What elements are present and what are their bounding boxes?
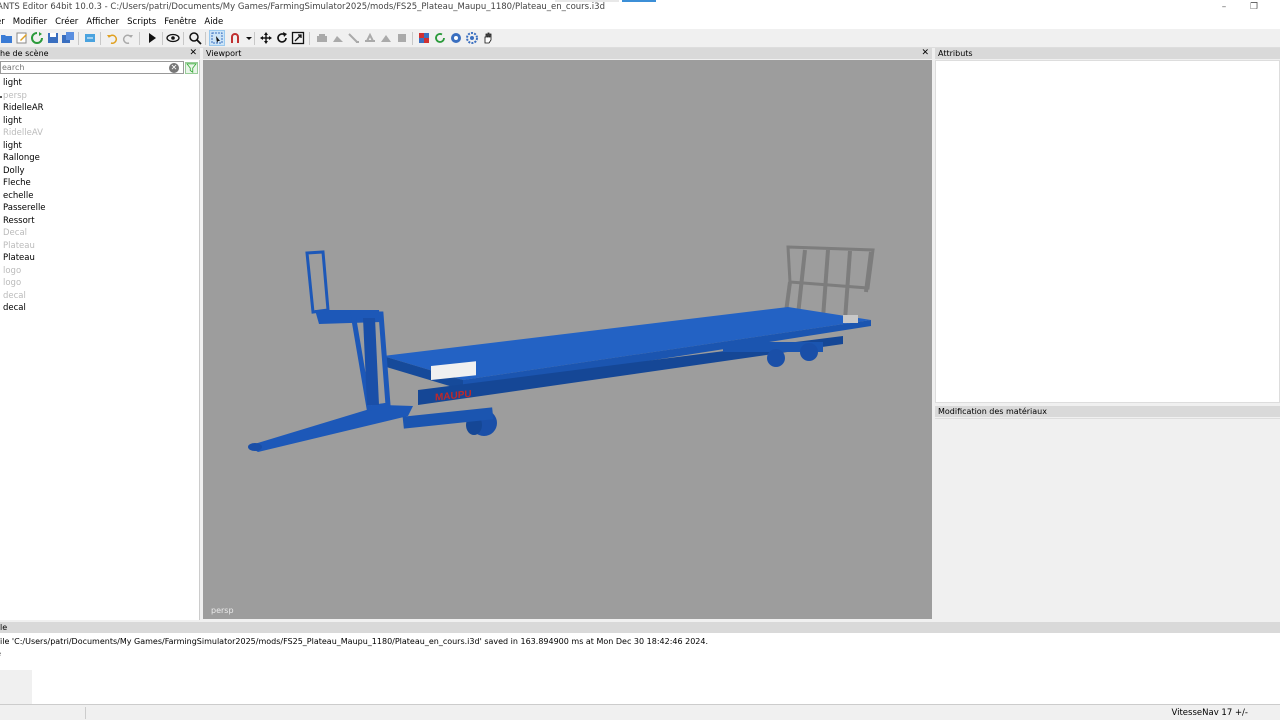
tool-icon[interactable] [379,31,393,45]
scene-search-box: ✕ [0,61,184,74]
attributes-header: Attributs [935,48,1280,59]
save-icon[interactable] [46,31,60,45]
toolbar [0,29,1280,48]
taskbar-mark-active [622,0,656,2]
scene-node[interactable]: RidelleAV [3,127,46,140]
console-output: File 'C:/Users/patri/Documents/My Games/… [0,633,1280,670]
scene-panel-header: he de scène ✕ [0,48,200,59]
menu-afficher[interactable]: Afficher [82,16,123,29]
materials-panel [935,418,1280,619]
color-icon[interactable] [417,31,431,45]
scale-icon[interactable] [291,31,305,45]
tool-icon[interactable] [347,31,361,45]
tool-icon[interactable] [395,31,409,45]
viewport-title: Viewport [206,49,242,58]
scene-search-input[interactable] [1,62,161,73]
search-icon[interactable] [188,31,202,45]
menu-fenetre[interactable]: Fenêtre [160,16,200,29]
script-prompt: . [0,673,1,682]
select-icon[interactable] [209,30,225,46]
scene-node[interactable]: logo [3,277,46,290]
scene-node[interactable]: echelle [3,190,46,203]
scene-panel-title: he de scène [0,49,49,58]
rotate-icon[interactable] [275,31,289,45]
menu-aide[interactable]: Aide [200,16,227,29]
console-header: le [0,622,1280,633]
menu-scripts[interactable]: Scripts [123,16,160,29]
rear-wheel [800,343,818,361]
scene-tree: light persp RidelleAR light RidelleAV light Ra… [3,77,46,315]
scene-node[interactable]: decal [3,302,46,315]
camera-label: persp [211,606,234,615]
rear-wheel [767,349,785,367]
scene-node[interactable]: Decal [3,227,46,240]
taskbar-mark-left [555,0,619,2]
script-input[interactable] [32,670,1280,704]
gear-icon[interactable] [465,31,479,45]
title-bar: ANTS Editor 64bit 10.0.3 - C:/Users/patr… [0,0,1280,16]
open-file-icon[interactable] [0,31,14,45]
scene-panel: ✕ lightperspRidelleARlightRidelleAVlight… [0,60,200,620]
script-area: . [0,670,1280,704]
menu-bar: erModifierCréerAfficherScriptsFenêtreAid… [0,16,1280,29]
nav-speed-status: VitesseNav 17 +/- [1171,708,1248,718]
clear-icon[interactable]: ✕ [169,63,179,73]
viewport[interactable]: MAUPU persp [203,60,932,619]
scene-node[interactable]: light [3,140,46,153]
scene-node[interactable]: persp [3,90,46,103]
restore-button[interactable]: ❐ [1244,1,1264,13]
viewport-close-icon[interactable]: ✕ [921,48,929,59]
scene-panel-close-icon[interactable]: ✕ [189,48,197,59]
console-line: File 'C:/Users/patri/Documents/My Games/… [0,637,709,646]
scene-node[interactable]: Fleche [3,177,46,190]
trailer-model: MAUPU [248,245,875,452]
tool-icon[interactable] [331,31,345,45]
viewport-header: Viewport ✕ [203,48,932,59]
edit-icon[interactable] [15,31,29,45]
filter-icon[interactable] [185,62,198,74]
scene-node[interactable]: RidelleAR [3,102,46,115]
scene-node[interactable]: Rallonge [3,152,46,165]
attributes-panel [935,60,1280,403]
redo-icon[interactable] [121,31,135,45]
status-bar: VitesseNav 17 +/- [0,704,1280,720]
scene-node[interactable]: decal [3,290,46,303]
console-title: le [0,623,8,632]
settings-icon[interactable] [449,31,463,45]
attributes-title: Attributs [938,49,973,58]
menu-file[interactable]: er [0,16,9,29]
scene-node[interactable]: light [3,77,46,90]
tool-icon[interactable] [363,31,377,45]
scene-node[interactable]: logo [3,265,46,278]
console-line: e [0,649,1,658]
undo-icon[interactable] [105,31,119,45]
scene-node[interactable]: light [3,115,46,128]
move-icon[interactable] [259,31,273,45]
reload-icon[interactable] [433,31,447,45]
minimize-button[interactable]: – [1214,1,1234,13]
drawbar [248,405,413,452]
materials-header: Modification des matériaux [935,406,1280,417]
tool-icon[interactable] [315,31,329,45]
scene-node[interactable]: Ressort [3,215,46,228]
scene-node[interactable]: Plateau [3,240,46,253]
menu-creer[interactable]: Créer [51,16,82,29]
scene-node[interactable]: Passerelle [3,202,46,215]
refresh-icon[interactable] [30,31,44,45]
save-all-icon[interactable] [61,31,75,45]
hand-icon[interactable] [481,31,495,45]
play-icon[interactable] [145,31,159,45]
scene-node[interactable]: Dolly [3,165,46,178]
export-icon[interactable] [83,31,97,45]
scene-node[interactable]: Plateau [3,252,46,265]
materials-title: Modification des matériaux [938,407,1047,416]
eye-icon[interactable] [166,31,180,45]
menu-modifier[interactable]: Modifier [9,16,51,29]
chevron-down-icon[interactable] [242,31,252,45]
window-title: ANTS Editor 64bit 10.0.3 - C:/Users/patr… [0,2,605,12]
magnet-icon[interactable] [228,31,242,45]
